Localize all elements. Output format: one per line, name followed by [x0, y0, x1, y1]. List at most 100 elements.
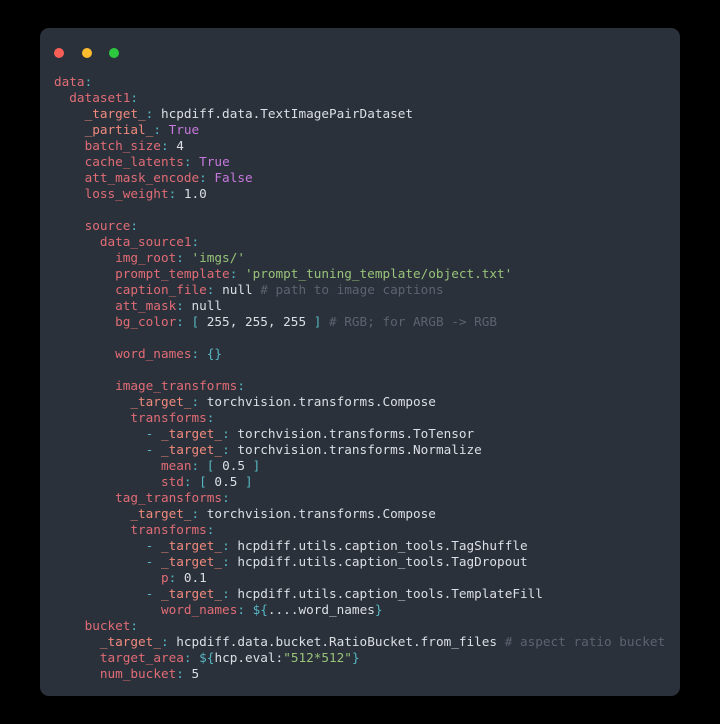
code-token: transforms: [130, 522, 207, 537]
code-token: :: [183, 474, 192, 489]
code-token: ]: [252, 458, 261, 473]
code-line: att_mask: null: [54, 298, 680, 314]
code-block[interactable]: data: dataset1: _target_: hcpdiff.data.T…: [40, 60, 680, 682]
code-token: tag_transforms: [115, 490, 223, 505]
code-line: - _target_: hcpdiff.utils.caption_tools.…: [54, 538, 680, 554]
code-token: :: [222, 490, 230, 505]
code-token: [: [199, 474, 207, 489]
code-line: img_root: 'imgs/': [54, 250, 680, 266]
code-token: :: [130, 218, 139, 233]
code-token: :: [176, 666, 184, 681]
code-line: cache_latents: True: [54, 154, 680, 170]
code-token: :: [222, 554, 230, 569]
code-token: source: [84, 218, 131, 233]
code-line: image_transforms:: [54, 378, 680, 394]
code-token: batch_size: [84, 138, 161, 153]
code-token: dataset1: [69, 90, 131, 105]
code-token: bg_color: [115, 314, 177, 329]
code-token: True: [168, 122, 200, 137]
code-token: null: [191, 298, 223, 313]
code-line: source:: [54, 218, 680, 234]
code-token: std: [160, 474, 184, 489]
code-line: loss_weight: 1.0: [54, 186, 680, 202]
code-token: :: [130, 618, 139, 633]
code-token: :: [160, 634, 169, 649]
code-token: 4: [176, 138, 184, 153]
code-token: :: [176, 314, 184, 329]
code-token: _target_: [130, 394, 192, 409]
code-token: att_mask_encode: [84, 170, 200, 185]
code-token: }: [374, 602, 383, 617]
code-token: _target_: [160, 538, 223, 553]
maximize-button[interactable]: [109, 47, 120, 58]
code-token: img_root: [115, 250, 177, 265]
code-token: _target_: [130, 506, 192, 521]
code-token: :: [191, 394, 200, 409]
code-token: :: [130, 90, 139, 105]
code-token: num_bucket: [99, 666, 177, 681]
code-token: _target_: [84, 106, 146, 121]
code-window: data: dataset1: _target_: hcpdiff.data.T…: [40, 28, 680, 696]
code-token: word_names: [160, 602, 238, 617]
code-line: - _target_: torchvision.transforms.ToTen…: [54, 426, 680, 442]
code-line: - _target_: hcpdiff.utils.caption_tools.…: [54, 586, 680, 602]
code-line: caption_file: null # path to image capti…: [54, 282, 680, 298]
code-token: ....word_names: [267, 602, 375, 617]
code-token: _target_: [160, 426, 223, 441]
code-line: _target_: torchvision.transforms.Compose: [54, 394, 680, 410]
code-token: torchvision.transforms.Compose: [199, 506, 436, 521]
code-line: dataset1:: [54, 90, 680, 106]
window-titlebar: [40, 28, 680, 60]
code-token: torchvision.transforms.Compose: [199, 394, 436, 409]
code-token: :: [222, 426, 230, 441]
code-token: :: [191, 458, 200, 473]
code-token: :: [183, 650, 192, 665]
code-token: 0.5: [214, 458, 253, 473]
code-token: :: [176, 298, 184, 313]
code-token: hcpdiff.utils.caption_tools.TagShuffle: [229, 538, 528, 553]
code-token: False: [214, 170, 253, 185]
code-token: torchvision.transforms.Normalize: [229, 442, 482, 457]
code-token: mean: [160, 458, 192, 473]
code-token: :: [191, 234, 200, 249]
code-token: 1.0: [183, 186, 207, 201]
code-token: cache_latents: [84, 154, 184, 169]
minimize-button[interactable]: [81, 47, 92, 58]
code-token: word_names: [115, 346, 192, 361]
close-button[interactable]: [54, 47, 64, 58]
code-token: :: [237, 378, 245, 393]
code-token: 0.5: [206, 474, 245, 489]
code-token: data_source1: [99, 234, 192, 249]
code-token: bucket: [84, 618, 131, 633]
